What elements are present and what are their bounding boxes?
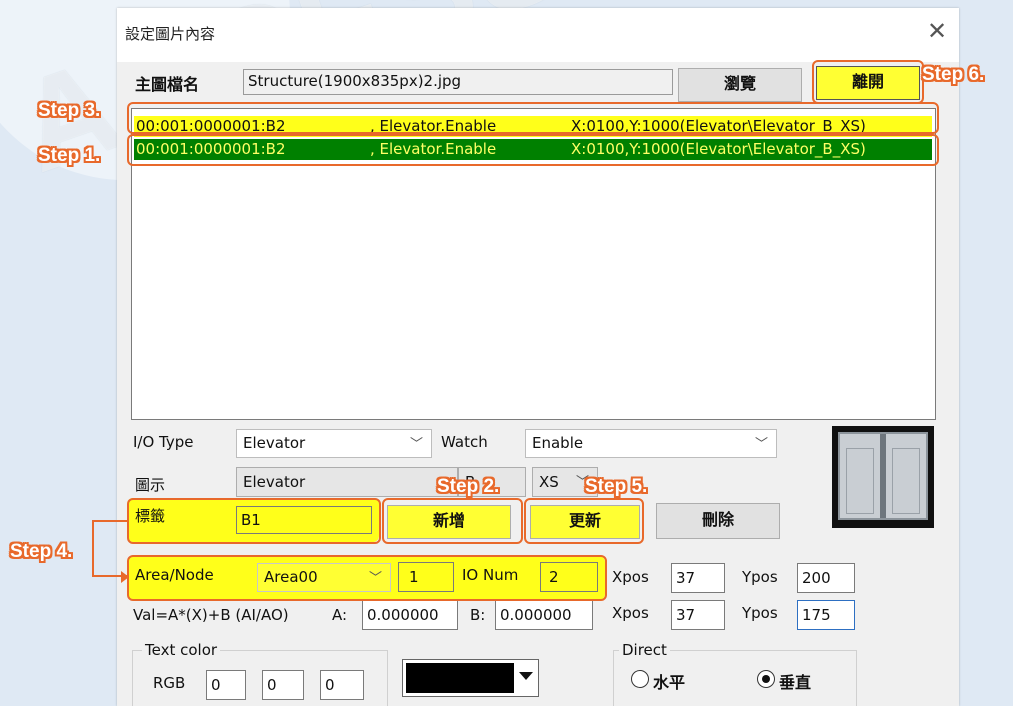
ypos-input[interactable]: 175 [797, 600, 855, 630]
color-picker[interactable] [402, 659, 539, 697]
horizontal-radio[interactable] [631, 670, 649, 688]
delete-button[interactable]: 刪除 [656, 503, 780, 539]
step4-area-highlight [127, 555, 607, 601]
icon-label: 圖示 [135, 476, 166, 494]
io-type-value: Elevator [243, 434, 306, 452]
xpos-input[interactable]: 37 [671, 563, 725, 593]
chevron-down-icon: ﹀ [409, 437, 423, 452]
step4-connector [92, 520, 128, 577]
red-input[interactable]: 0 [206, 670, 246, 700]
step1-label: Step 1. [38, 145, 101, 166]
color-swatch [406, 663, 514, 693]
b-label: B: [470, 606, 486, 624]
browse-button[interactable]: 瀏覽 [678, 68, 802, 102]
a-label: A: [332, 606, 348, 624]
title-bar [117, 8, 959, 62]
dialog-title: 設定圖片內容 [125, 25, 216, 43]
main-image-label: 主圖檔名 [135, 75, 200, 94]
elevator-door-icon [838, 432, 928, 520]
watch-value: Enable [532, 434, 584, 452]
xpos-input[interactable]: 37 [671, 600, 725, 630]
b-input[interactable]: 0.000000 [495, 600, 593, 630]
step3-highlight [127, 102, 939, 134]
watch-select[interactable]: Enable ﹀ [525, 429, 777, 458]
a-input[interactable]: 0.000000 [362, 600, 458, 630]
chevron-down-icon [519, 672, 533, 680]
step4-label: Step 4. [10, 541, 73, 562]
chevron-down-icon: ﹀ [754, 437, 768, 452]
ypos-input[interactable]: 200 [797, 563, 855, 593]
step5-highlight [524, 498, 644, 544]
step1-highlight [127, 134, 939, 166]
icon-size-value: XS [539, 473, 559, 491]
direct-label: Direct [619, 641, 670, 659]
step2-highlight [382, 498, 523, 544]
step5-label: Step 5. [585, 476, 648, 497]
xpos-label: Xpos [612, 568, 649, 586]
step6-label: Step 6. [922, 64, 985, 85]
ypos-label: Ypos [742, 568, 778, 586]
step6-highlight [812, 60, 924, 104]
close-icon[interactable]: ✕ [925, 18, 949, 44]
watch-label: Watch [441, 433, 488, 451]
icon-select[interactable]: Elevator [236, 467, 458, 497]
step4-tag-highlight [127, 498, 381, 544]
vertical-label: 垂直 [779, 675, 812, 692]
horizontal-label: 水平 [653, 675, 686, 692]
io-type-select[interactable]: Elevator ﹀ [236, 429, 432, 458]
blue-input[interactable]: 0 [320, 670, 364, 700]
ypos-label: Ypos [742, 604, 778, 622]
formula-label: Val=A*(X)+B (AI/AO) [133, 606, 289, 624]
io-type-label: I/O Type [133, 433, 194, 451]
step2-label: Step 2. [437, 476, 500, 497]
xpos-label: Xpos [612, 604, 649, 622]
main-image-field[interactable]: Structure(1900x835px)2.jpg [243, 69, 673, 95]
text-color-label: Text color [142, 641, 221, 659]
green-input[interactable]: 0 [262, 670, 304, 700]
arrow-right-icon [121, 571, 129, 583]
step3-label: Step 3. [38, 100, 101, 121]
rgb-label: RGB [153, 674, 186, 692]
vertical-radio[interactable] [757, 670, 775, 688]
